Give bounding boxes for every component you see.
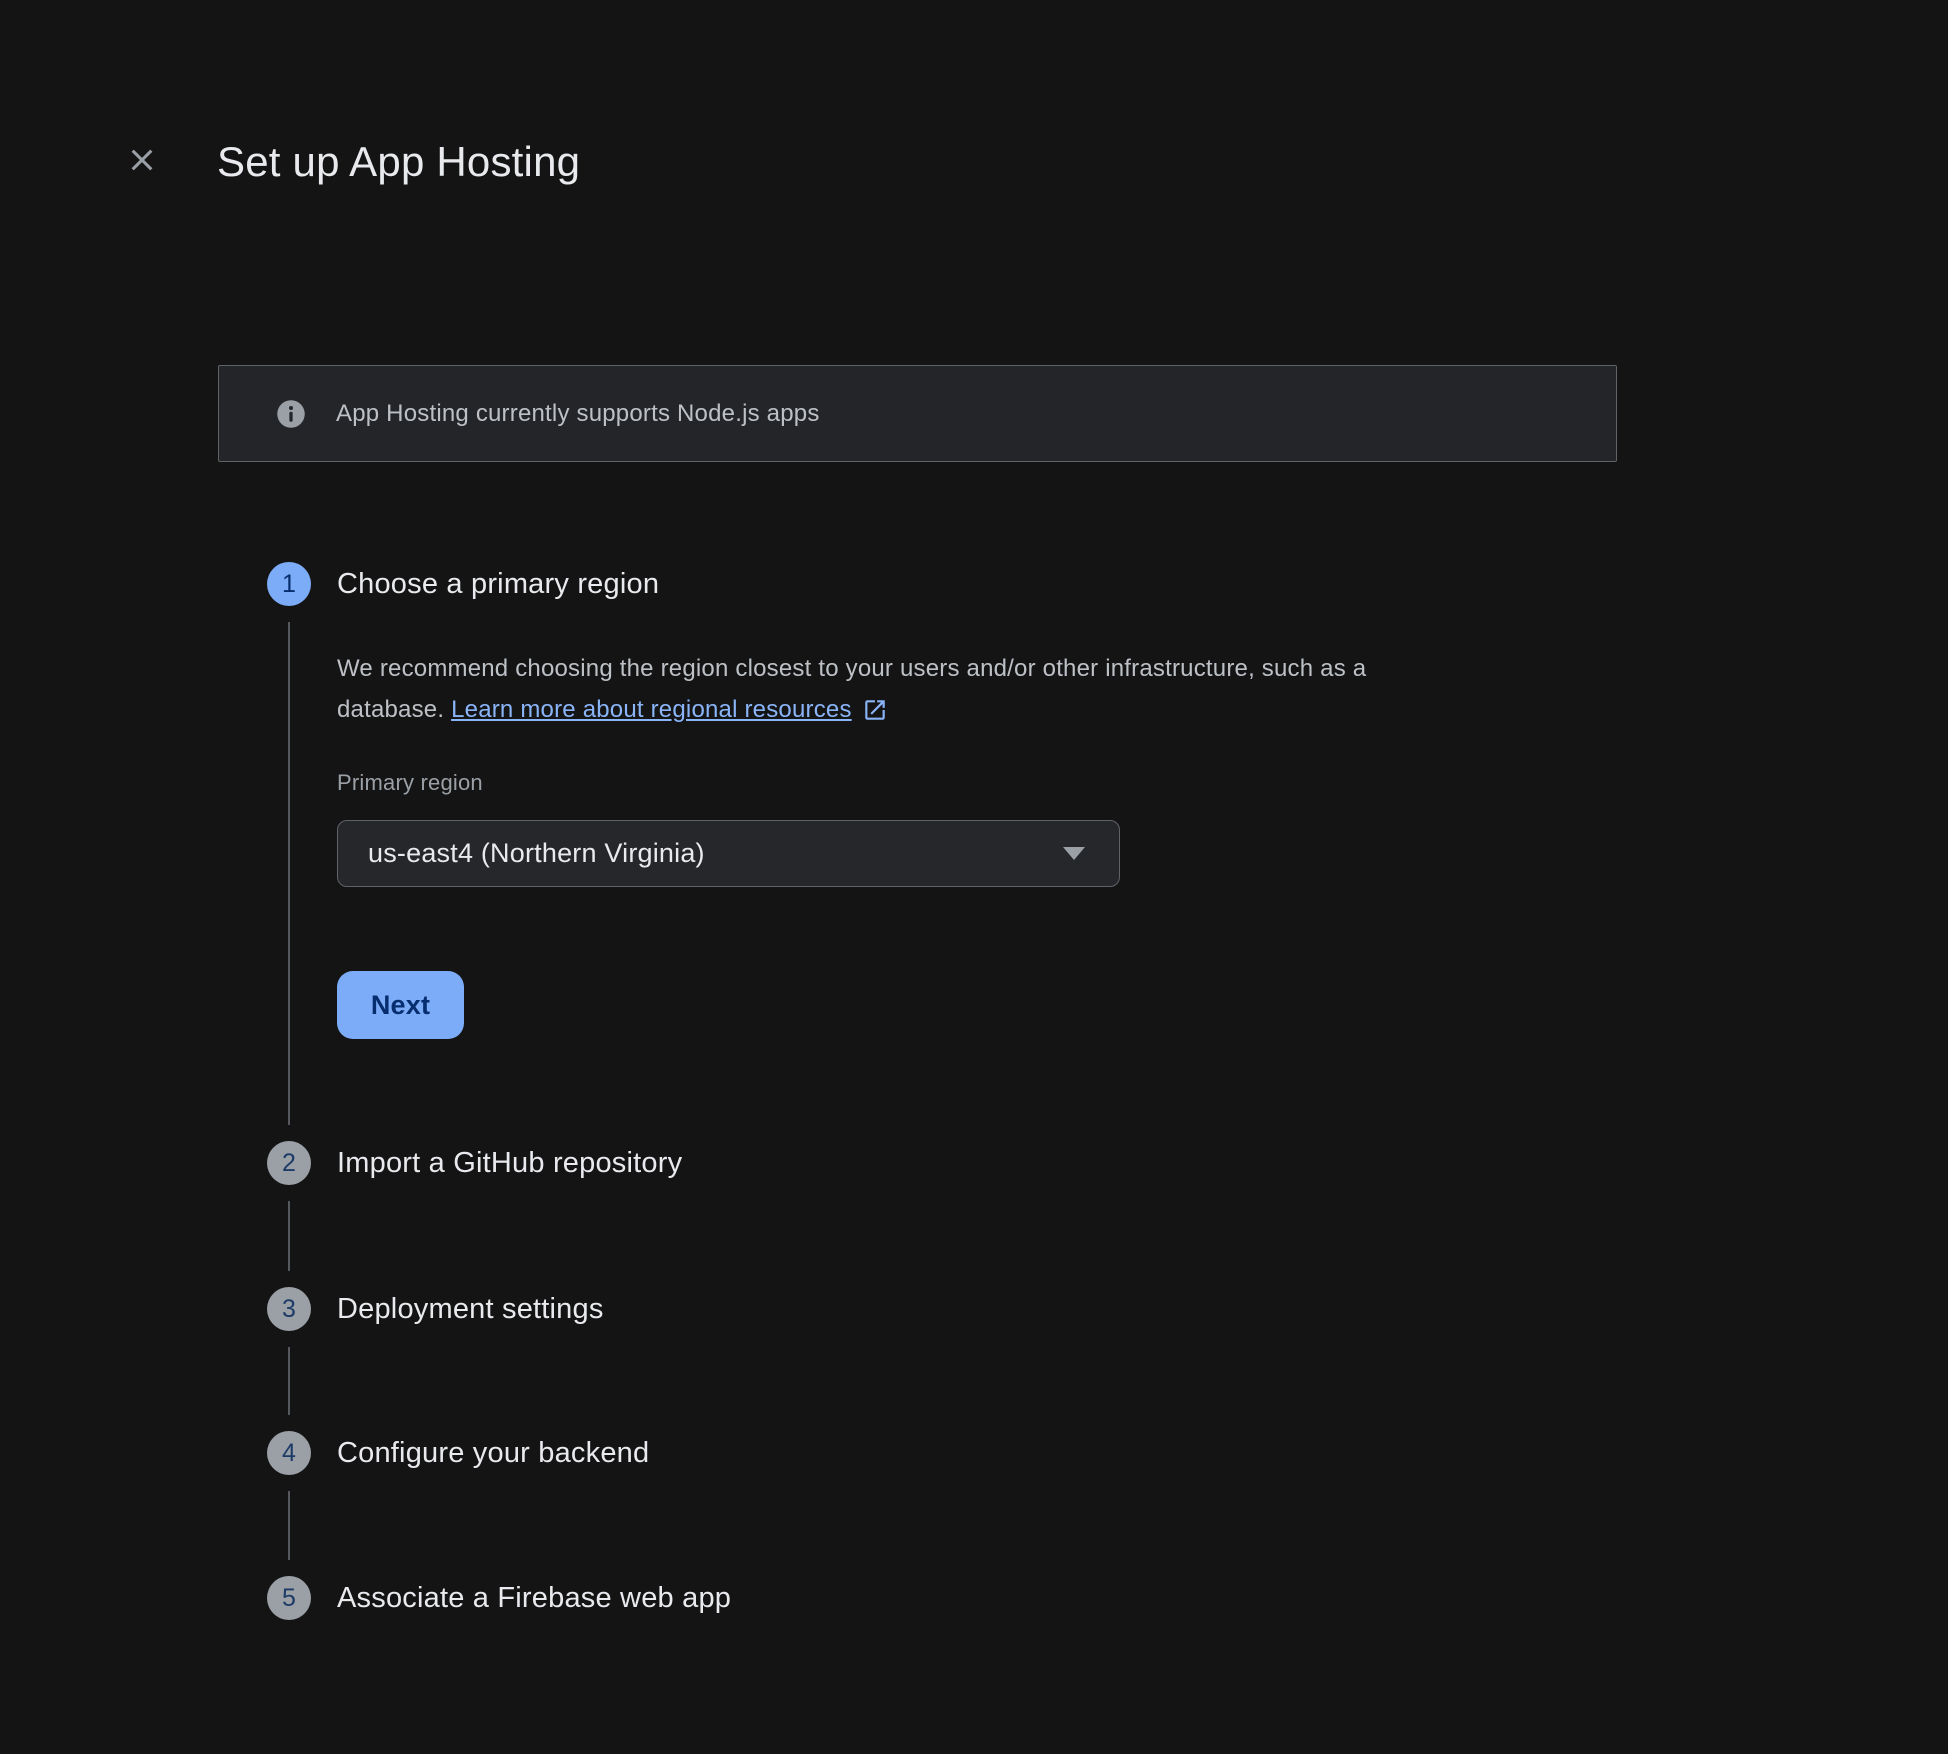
step-1-description: We recommend choosing the region closest…	[337, 648, 1547, 730]
open-in-new-icon	[862, 697, 888, 723]
description-line-2: database.	[337, 696, 451, 723]
step-4-number: 4	[282, 1439, 296, 1468]
primary-region-selected-value: us-east4 (Northern Virginia)	[368, 838, 705, 869]
next-button[interactable]: Next	[337, 971, 464, 1039]
info-banner-text: App Hosting currently supports Node.js a…	[336, 400, 820, 428]
step-5-number: 5	[282, 1584, 296, 1613]
close-button[interactable]	[118, 136, 166, 184]
step-2-indicator: 2	[267, 1141, 311, 1185]
learn-more-link[interactable]: Learn more about regional resources	[451, 689, 888, 730]
step-2-number: 2	[282, 1149, 296, 1178]
dropdown-arrow-icon	[1063, 847, 1085, 860]
step-5-indicator: 5	[267, 1576, 311, 1620]
step-3-number: 3	[282, 1295, 296, 1324]
step-2-label: Import a GitHub repository	[337, 1141, 682, 1185]
primary-region-label: Primary region	[337, 770, 483, 796]
step-1-number: 1	[282, 570, 296, 599]
stepper-connector-3	[288, 1347, 290, 1415]
stepper-connector-1	[288, 622, 290, 1125]
step-5-label: Associate a Firebase web app	[337, 1576, 731, 1620]
step-4-indicator: 4	[267, 1431, 311, 1475]
page-title: Set up App Hosting	[217, 136, 580, 188]
stepper-connector-2	[288, 1201, 290, 1271]
info-icon	[276, 399, 306, 429]
setup-app-hosting-dialog: Set up App Hosting App Hosting currently…	[0, 0, 1948, 1754]
step-1-label: Choose a primary region	[337, 562, 659, 606]
step-1-indicator: 1	[267, 562, 311, 606]
stepper-connector-4	[288, 1491, 290, 1560]
step-3-indicator: 3	[267, 1287, 311, 1331]
close-icon	[126, 144, 158, 176]
learn-more-link-text: Learn more about regional resources	[451, 689, 852, 730]
step-3-label: Deployment settings	[337, 1287, 604, 1331]
info-banner: App Hosting currently supports Node.js a…	[218, 365, 1617, 462]
description-line-1: We recommend choosing the region closest…	[337, 655, 1366, 682]
step-4-label: Configure your backend	[337, 1431, 649, 1475]
primary-region-select[interactable]: us-east4 (Northern Virginia)	[337, 820, 1120, 887]
